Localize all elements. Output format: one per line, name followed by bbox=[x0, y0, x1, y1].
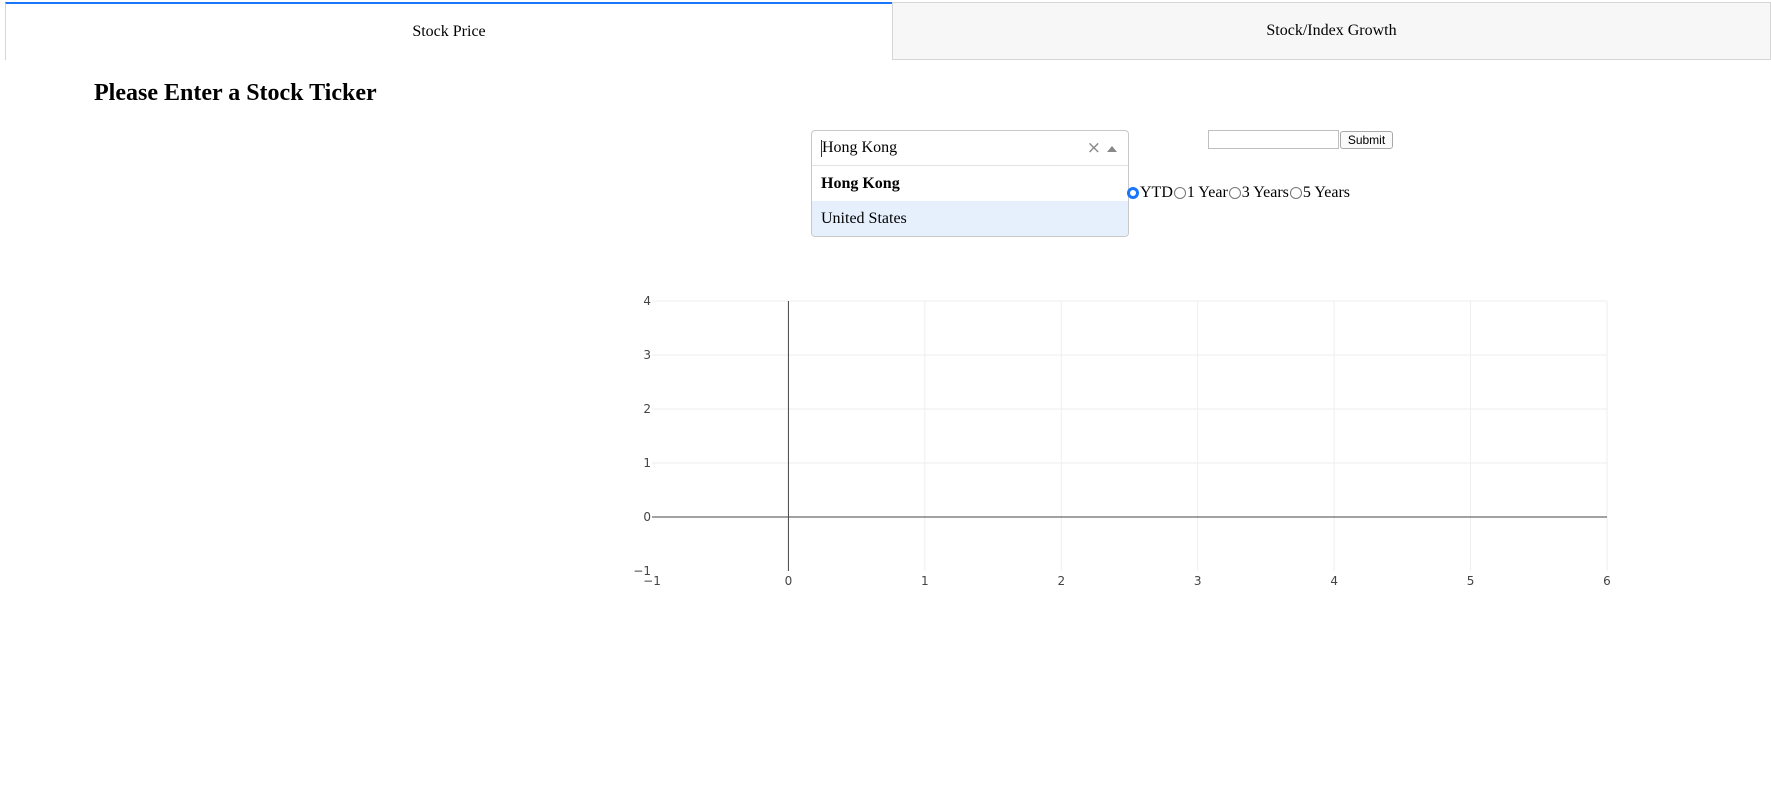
x-tick-label: 4 bbox=[1330, 574, 1338, 588]
x-tick-label: 5 bbox=[1467, 574, 1475, 588]
y-tick-label: 0 bbox=[643, 510, 651, 524]
y-tick-label: −1 bbox=[633, 564, 651, 578]
x-tick-label: 1 bbox=[921, 574, 929, 588]
y-tick-label: 1 bbox=[643, 456, 651, 470]
price-chart[interactable]: −1 0 1 2 3 4 5 6−101234 bbox=[0, 0, 1771, 786]
x-tick-label: 3 bbox=[1194, 574, 1202, 588]
y-tick-label: 4 bbox=[643, 294, 651, 308]
y-tick-label: 2 bbox=[643, 402, 651, 416]
x-tick-label: 2 bbox=[1057, 574, 1065, 588]
x-tick-label: 6 bbox=[1603, 574, 1611, 588]
x-tick-label: 0 bbox=[785, 574, 793, 588]
y-tick-label: 3 bbox=[643, 348, 651, 362]
